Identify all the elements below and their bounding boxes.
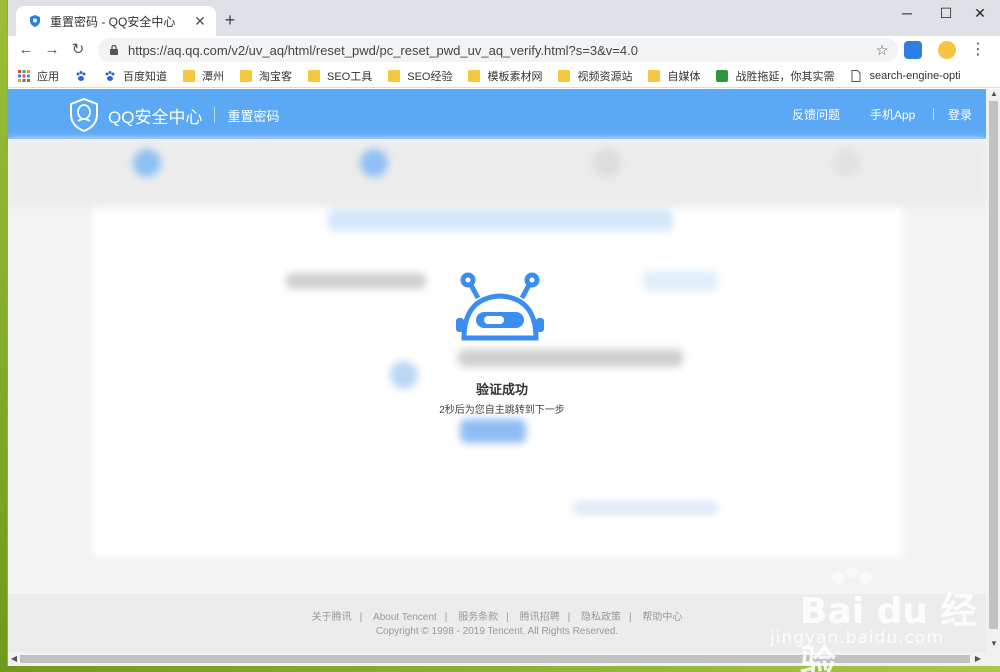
bookmark-label: 模板素材网: [487, 70, 543, 83]
folder-icon: [183, 69, 195, 82]
kebab-menu-icon[interactable]: ⋮: [970, 40, 986, 60]
bookmark-folder-media[interactable]: 自媒体: [648, 68, 700, 84]
new-tab-icon[interactable]: +: [220, 10, 240, 30]
nav-login[interactable]: 登录: [948, 106, 972, 123]
scroll-up-icon[interactable]: ▲: [988, 89, 1000, 98]
footer-link-about-en[interactable]: About Tencent: [373, 612, 437, 623]
folder-icon: [240, 69, 252, 82]
star-icon[interactable]: ☆: [872, 42, 892, 59]
footer-link-careers[interactable]: 腾讯招聘: [520, 612, 560, 623]
bookmark-folder-seo-experience[interactable]: SEO经验: [388, 68, 452, 84]
site-header: QQ安全中心 重置密码 反馈问题 手机App 登录: [8, 89, 986, 139]
folder-icon: [308, 69, 320, 82]
folder-icon: [468, 69, 481, 82]
bookmark-folder-video[interactable]: 视频资源站: [558, 68, 632, 84]
bookmark-label: SEO工具: [327, 70, 373, 83]
nav-divider: [933, 108, 934, 120]
bookmark-baidu[interactable]: [75, 70, 94, 82]
vertical-scrollbar[interactable]: ▲ ▼: [986, 89, 1000, 652]
folder-icon: [388, 69, 401, 82]
profile-avatar-icon[interactable]: [938, 41, 956, 59]
browser-toolbar: ← → ↻ https://aq.qq.com/v2/uv_aq/html/re…: [8, 36, 1000, 64]
vertical-scroll-thumb[interactable]: [989, 101, 998, 629]
watermark-url: jingyan.baidu.com: [770, 628, 944, 648]
bookmark-label: 战胜拖延，你其实需: [735, 70, 835, 83]
browser-window: 重置密码 - QQ安全中心 ✕ + ─ ☐ ✕ ← → ↻ https://aq…: [7, 0, 1000, 666]
bookmark-folder-tanzhou[interactable]: 潭州: [183, 68, 224, 84]
footer-link-about[interactable]: 关于腾讯: [312, 612, 352, 623]
watermark-logo: Bai du 经验: [800, 591, 977, 672]
reload-icon[interactable]: ↻: [68, 40, 88, 60]
success-subtitle: 2秒后为您自主跳转到下一步: [439, 405, 565, 416]
bookmark-apps[interactable]: 应用: [18, 68, 59, 84]
bookmark-label: 潭州: [202, 70, 224, 83]
bookmark-label: 视频资源站: [577, 70, 633, 83]
address-bar[interactable]: https://aq.qq.com/v2/uv_aq/html/reset_pw…: [98, 38, 898, 62]
bookmark-baidu-zhidao[interactable]: 百度知道: [104, 68, 167, 84]
bookmark-label: 百度知道: [123, 70, 167, 83]
bookmark-folder-seo-tools[interactable]: SEO工具: [308, 68, 372, 84]
bookmark-label: search-engine-opti: [869, 69, 961, 82]
bookmark-label: SEO经验: [407, 70, 453, 83]
brand-name: QQ安全中心: [108, 107, 203, 127]
bookmark-label: 应用: [37, 70, 59, 83]
page-icon: [851, 69, 861, 82]
bookmarks-bar: 应用 百度知道 潭州 淘宝客 SEO工具 SEO经验 模板素材网 视频资源站 自…: [8, 64, 1000, 88]
back-arrow-icon[interactable]: ←: [16, 40, 36, 60]
footer-link-privacy[interactable]: 隐私政策: [581, 612, 621, 623]
lock-icon: [110, 44, 118, 55]
baidu-paw-icon: [76, 70, 86, 81]
douban-icon: [716, 69, 729, 82]
tab-close-icon[interactable]: ✕: [192, 13, 208, 29]
tab-strip: 重置密码 - QQ安全中心 ✕ + ─ ☐ ✕: [8, 0, 1000, 36]
success-title: 验证成功: [475, 382, 528, 397]
bookmark-folder-taobaoke[interactable]: 淘宝客: [240, 68, 292, 84]
footer-link-terms[interactable]: 服务条款: [458, 612, 498, 623]
nav-feedback[interactable]: 反馈问题: [792, 106, 840, 123]
folder-icon: [648, 69, 661, 82]
brand-divider: [214, 107, 216, 123]
main-content: 验证成功 2秒后为您自主跳转到下一步: [8, 139, 986, 594]
scroll-left-icon[interactable]: ◀: [8, 654, 20, 663]
window-close-icon[interactable]: ✕: [958, 0, 1000, 26]
bookmark-douban[interactable]: 战胜拖延，你其实需: [716, 68, 834, 84]
extension-icon[interactable]: [904, 41, 922, 59]
bookmark-label: 自媒体: [667, 70, 701, 83]
url-text[interactable]: https://aq.qq.com/v2/uv_aq/html/reset_pw…: [128, 43, 872, 58]
success-overlay: 验证成功 2秒后为您自主跳转到下一步: [8, 139, 986, 594]
browser-tab[interactable]: 重置密码 - QQ安全中心 ✕: [16, 6, 216, 36]
bookmark-folder-templates[interactable]: 模板素材网: [468, 68, 542, 84]
minimize-icon[interactable]: ─: [885, 0, 929, 26]
bookmark-search-engine[interactable]: search-engine-opti: [850, 69, 961, 82]
bookmark-label: 淘宝客: [259, 70, 292, 83]
section-title: 重置密码: [227, 108, 280, 124]
qq-shield-favicon-icon: [30, 15, 40, 27]
site-brand[interactable]: QQ安全中心 重置密码: [68, 97, 279, 133]
baidu-paw-icon: [105, 70, 115, 81]
forward-arrow-icon[interactable]: →: [42, 40, 62, 60]
footer-link-help[interactable]: 帮助中心: [642, 612, 682, 623]
tab-title: 重置密码 - QQ安全中心: [50, 14, 176, 29]
robot-success-icon: [456, 272, 544, 341]
nav-mobile-app[interactable]: 手机App: [870, 106, 915, 123]
qq-shield-logo-icon: [70, 97, 98, 133]
folder-icon: [558, 69, 571, 82]
apps-grid-icon: [18, 69, 30, 82]
